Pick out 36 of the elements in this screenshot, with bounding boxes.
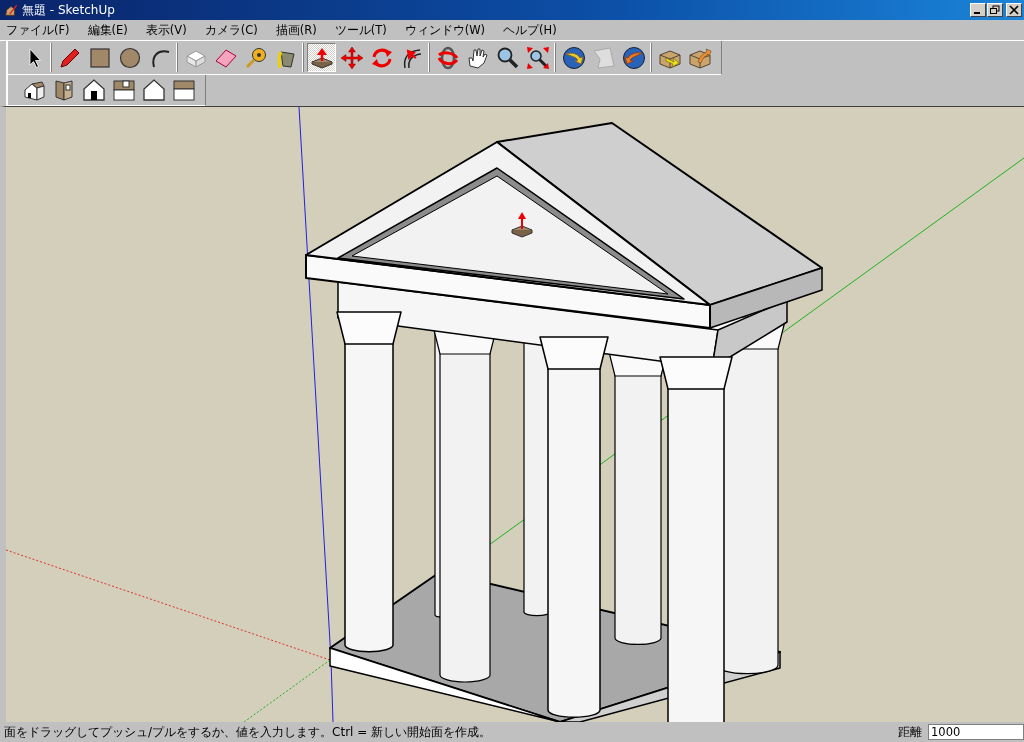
square-icon	[87, 45, 112, 70]
status-hint: 面をドラッグしてプッシュ/プルをするか、値を入力します。Ctrl = 新しい開始面を作成。	[4, 723, 493, 741]
magnifier-icon	[495, 45, 520, 70]
move-arrows-icon	[339, 45, 364, 70]
measurement-field[interactable]: 1000	[928, 724, 1024, 740]
menu-item[interactable]: 表示(V)	[145, 22, 187, 38]
house-outline-icon	[141, 78, 166, 102]
measurement-label: 距離	[898, 724, 922, 740]
push-pull-cursor-icon	[511, 212, 533, 238]
house-front-icon	[81, 78, 106, 102]
house-top-icon	[111, 78, 136, 102]
menu-item[interactable]: ファイル(F)	[6, 22, 70, 38]
circle-icon	[117, 45, 142, 70]
restore-icon	[989, 5, 1001, 15]
menu-item[interactable]: ウィンドウ(W)	[404, 22, 486, 38]
hand-icon	[465, 45, 490, 70]
window-title: 無題 - SketchUp	[22, 1, 116, 19]
box-arrow-icon	[687, 45, 712, 70]
close-icon	[1008, 5, 1020, 15]
menu-item[interactable]: 編集(E)	[87, 22, 128, 38]
house-icon	[21, 78, 46, 102]
close-button[interactable]	[1006, 3, 1022, 17]
push-pull-tool-button[interactable]	[307, 43, 336, 72]
paper-sheet-icon	[591, 45, 616, 70]
menu-item[interactable]: 描画(R)	[275, 22, 317, 38]
menu-item[interactable]: ヘルプ(H)	[503, 22, 557, 38]
pencil-house-icon	[4, 3, 18, 17]
menu-item[interactable]: カメラ(C)	[204, 22, 258, 38]
restore-button[interactable]	[987, 3, 1003, 17]
house-roof-icon	[171, 78, 196, 102]
menu-item[interactable]: ツール(T)	[334, 22, 387, 38]
minimize-icon	[973, 12, 980, 14]
magnifier-corners-icon	[525, 45, 550, 70]
orbit-icon	[435, 45, 460, 70]
tape-measure-icon	[243, 45, 268, 70]
minimize-button[interactable]	[970, 3, 986, 17]
